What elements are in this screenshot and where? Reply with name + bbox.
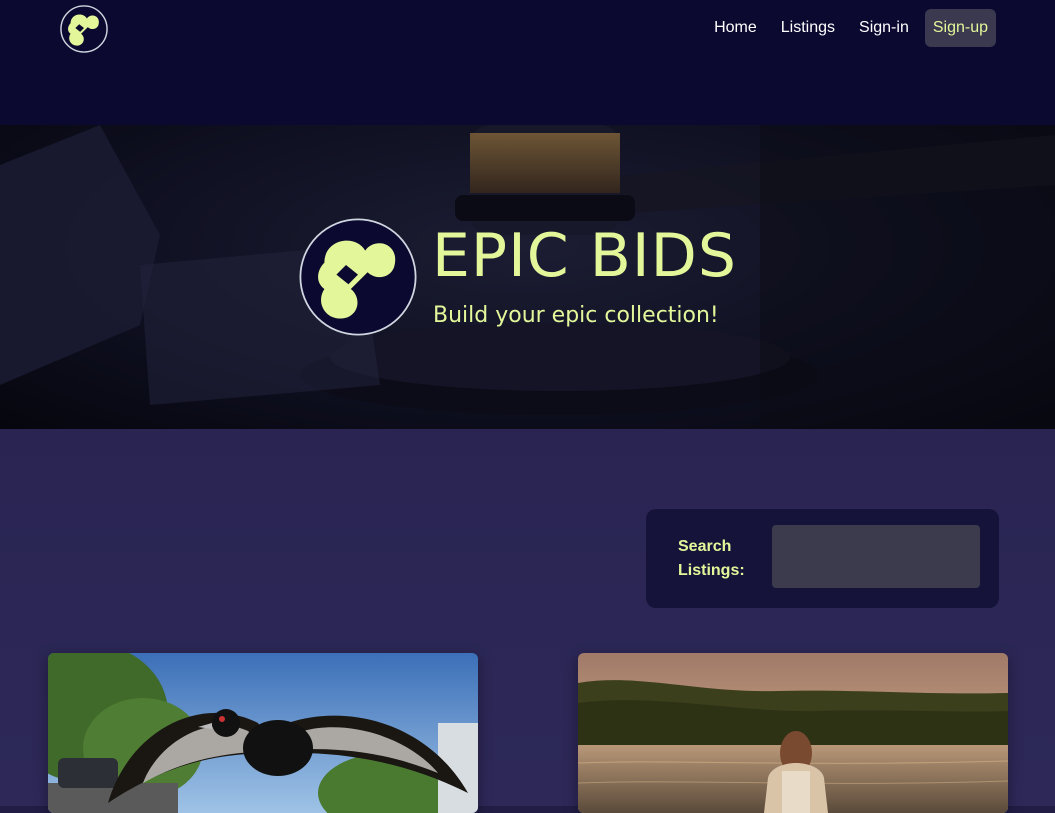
- nav-signup-link[interactable]: Sign-up: [924, 9, 996, 47]
- listing-card[interactable]: [48, 653, 478, 813]
- hero-tagline: Build your epic collection!: [433, 303, 719, 328]
- nav-signin-link[interactable]: Sign-in: [851, 9, 917, 47]
- hero-banner: EPIC BIDS Build your epic collection!: [0, 125, 1055, 429]
- nav-home-link[interactable]: Home: [706, 9, 765, 47]
- epic-bids-logo-icon: [299, 218, 417, 336]
- magpie-flying-photo: [48, 653, 478, 813]
- search-input[interactable]: [772, 525, 980, 588]
- woman-at-lake-photo: [578, 653, 1008, 813]
- listing-card[interactable]: [578, 653, 1008, 813]
- search-label: Search Listings:: [678, 538, 745, 579]
- hero-title: EPIC BIDS: [432, 221, 737, 291]
- nav-links: Home Listings Sign-in Sign-up: [706, 9, 996, 47]
- epic-bids-logo-icon[interactable]: [60, 5, 108, 53]
- top-navbar: Home Listings Sign-in Sign-up: [0, 0, 1055, 125]
- nav-listings-link[interactable]: Listings: [773, 9, 843, 47]
- search-panel: Search Listings:: [646, 509, 999, 608]
